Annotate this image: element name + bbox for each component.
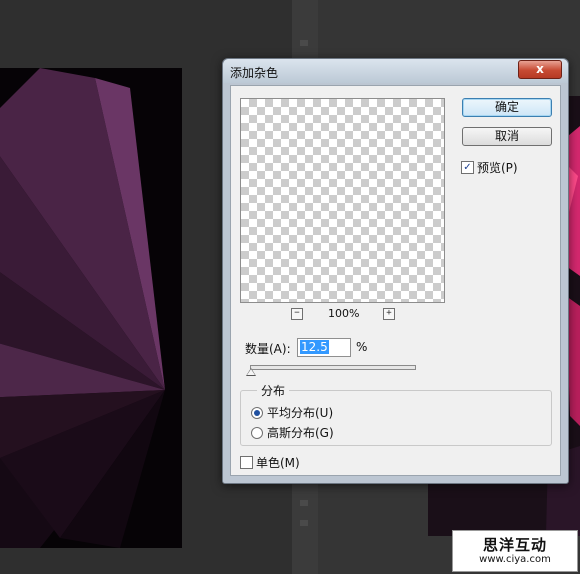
zoom-in-button[interactable]: + (383, 308, 395, 320)
zoom-controls: − 100% + (291, 307, 401, 322)
zoom-out-button[interactable]: − (291, 308, 303, 320)
preview-area[interactable] (240, 98, 445, 303)
amount-unit: % (356, 340, 368, 354)
amount-label: 数量(A): (245, 342, 291, 356)
amount-slider-track[interactable] (250, 365, 416, 370)
ruler-mark (300, 40, 308, 46)
add-noise-dialog: 添加杂色 x − 100% + 确定 取消 ✓ 预览(P) 数量(A): 12.… (222, 58, 569, 484)
dialog-title: 添加杂色 (230, 66, 279, 80)
distribution-label: 分布 (257, 382, 290, 399)
watermark-url: www.ciya.com (479, 554, 551, 565)
gaussian-label: 高斯分布(G) (267, 426, 334, 440)
amount-slider-thumb[interactable] (246, 368, 256, 376)
uniform-label: 平均分布(U) (267, 406, 334, 420)
cancel-button[interactable]: 取消 (462, 127, 552, 146)
preview-checkbox[interactable]: ✓ (461, 161, 474, 174)
watermark-title: 思洋互动 (482, 536, 547, 554)
close-button[interactable]: x (518, 60, 562, 79)
distribution-group: 分布 平均分布(U) 高斯分布(G) (240, 382, 552, 446)
dialog-client-area: − 100% + 确定 取消 ✓ 预览(P) 数量(A): 12.5 % 分布 … (230, 85, 561, 476)
monochrome-checkbox[interactable] (240, 456, 253, 469)
dialog-titlebar[interactable]: 添加杂色 x (223, 59, 568, 83)
ruler-mark (300, 520, 308, 526)
radio-uniform[interactable] (251, 407, 263, 419)
ok-button[interactable]: 确定 (462, 98, 552, 117)
preview-label: 预览(P) (477, 161, 518, 175)
document-canvas-left[interactable] (0, 68, 182, 548)
zoom-level: 100% (328, 307, 360, 320)
radio-gaussian[interactable] (251, 427, 263, 439)
amount-input[interactable]: 12.5 (297, 338, 351, 357)
fan-artwork (0, 68, 165, 548)
monochrome-label: 单色(M) (256, 456, 300, 470)
amount-value: 12.5 (300, 340, 329, 354)
watermark-logo: 思洋互动 www.ciya.com (452, 530, 578, 572)
ruler-mark (300, 500, 308, 506)
